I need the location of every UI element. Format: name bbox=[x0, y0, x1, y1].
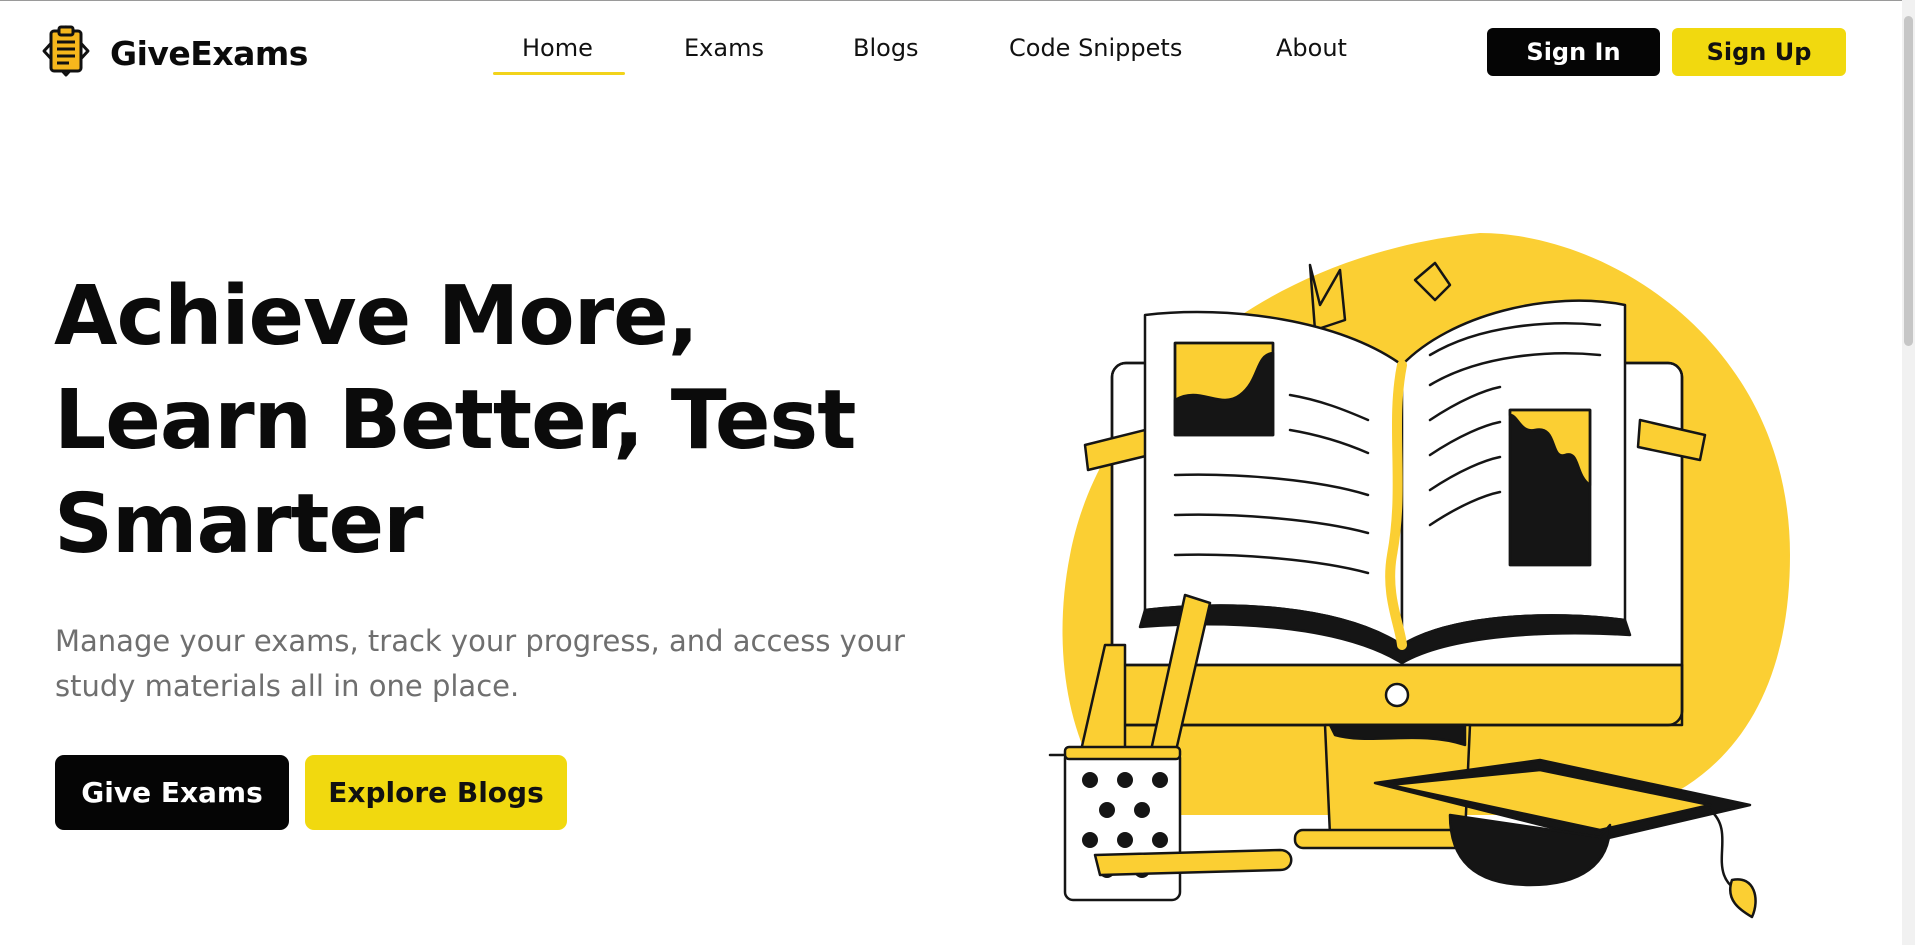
vertical-scrollbar[interactable] bbox=[1902, 0, 1915, 945]
hero-title: Achieve More, Learn Better, Test Smarter bbox=[54, 265, 954, 577]
hero-title-line: Achieve More, bbox=[54, 269, 699, 364]
clipboard-icon bbox=[36, 20, 96, 86]
nav-about[interactable]: About bbox=[1276, 34, 1347, 62]
active-nav-indicator bbox=[493, 72, 625, 75]
brand-name: GiveExams bbox=[110, 33, 308, 73]
book-computer-illustration bbox=[1010, 225, 1800, 925]
hero-title-line: Smarter bbox=[54, 477, 424, 572]
brand-logo[interactable]: GiveExams bbox=[36, 20, 308, 86]
hero-title-line: Learn Better, Test bbox=[54, 373, 856, 468]
sign-up-button[interactable]: Sign Up bbox=[1672, 28, 1846, 76]
explore-blogs-button[interactable]: Explore Blogs bbox=[305, 755, 567, 830]
nav-exams[interactable]: Exams bbox=[684, 34, 764, 62]
window-top-border bbox=[0, 0, 1915, 1]
sign-in-button[interactable]: Sign In bbox=[1487, 28, 1660, 76]
hero-subtitle-line: Manage your exams, track your progress, … bbox=[55, 624, 905, 658]
give-exams-button[interactable]: Give Exams bbox=[55, 755, 289, 830]
hero-subtitle-line: study materials all in one place. bbox=[55, 669, 520, 703]
hero-subtitle: Manage your exams, track your progress, … bbox=[55, 619, 975, 709]
nav-blogs[interactable]: Blogs bbox=[853, 34, 919, 62]
scrollbar-thumb[interactable] bbox=[1904, 16, 1913, 346]
nav-code-snippets[interactable]: Code Snippets bbox=[1009, 34, 1182, 62]
nav-home[interactable]: Home bbox=[522, 34, 593, 62]
